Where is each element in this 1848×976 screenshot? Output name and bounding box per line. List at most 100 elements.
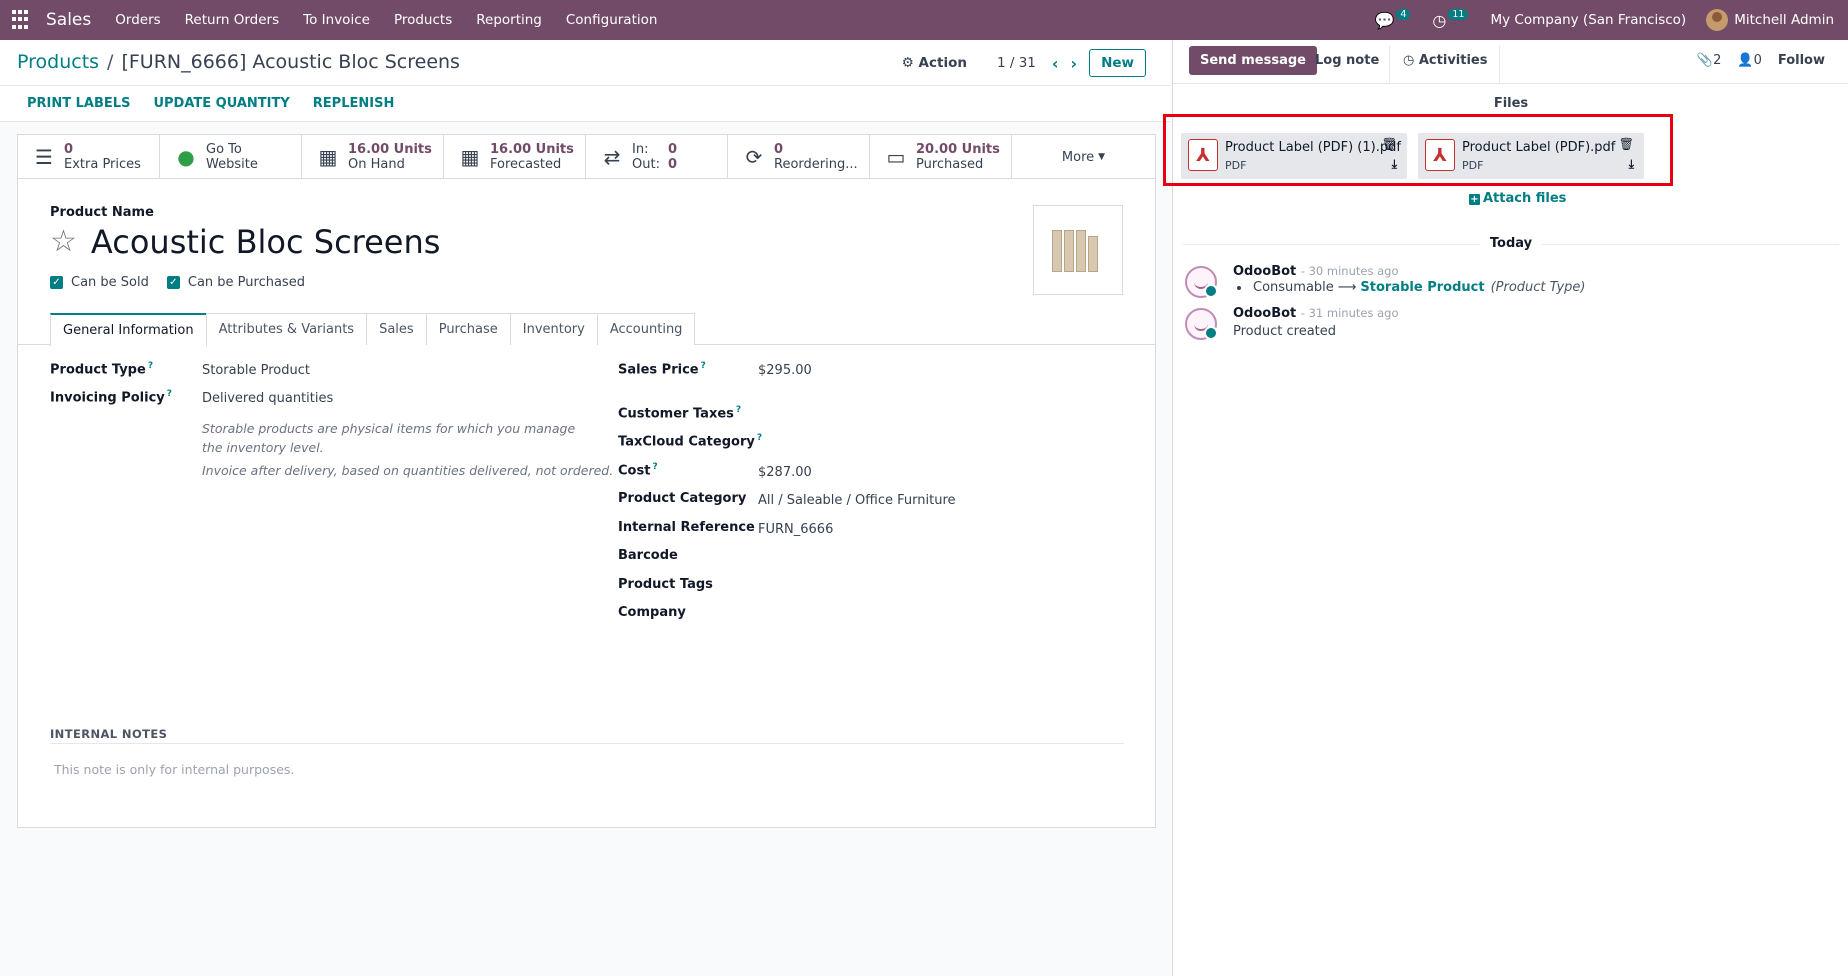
product-type-row: Product Type? Storable Product [50, 361, 530, 378]
company-label: Company [618, 605, 686, 620]
product-type-select[interactable]: Storable Product [202, 363, 310, 378]
new-button[interactable]: New [1089, 49, 1146, 77]
product-name-label: Product Name [50, 205, 154, 220]
chatter-panel: Send message Log note ◷ Activities 📎2 👤0… [1163, 40, 1848, 976]
replenish-button[interactable]: REPLENISH [313, 96, 395, 111]
download-icon[interactable]: ⤓ [1629, 157, 1634, 172]
print-labels-button[interactable]: PRINT LABELS [27, 96, 130, 111]
purchased-value: 20.00 Units [916, 142, 1000, 157]
reordering-value: 0 [774, 142, 784, 157]
in-label: In: [632, 142, 649, 157]
reordering-button[interactable]: ⟳ 0 Reordering... [728, 135, 870, 179]
internal-reference-field[interactable]: FURN_6666 [758, 522, 833, 537]
author-name[interactable]: OdooBot [1233, 264, 1296, 279]
pager-next-icon[interactable]: › [1070, 54, 1077, 73]
menu-return-orders[interactable]: Return Orders [173, 12, 292, 28]
invoicing-policy-select[interactable]: Delivered quantities [202, 391, 333, 406]
action-menu-button[interactable]: ⚙ Action [902, 55, 967, 71]
product-category-field[interactable]: All / Saleable / Office Furniture [758, 493, 956, 508]
chat-icon: 💬 [1374, 10, 1395, 30]
odoobot-avatar[interactable] [1185, 266, 1218, 298]
attach-files-button[interactable]: + Attach files [1469, 191, 1566, 206]
tracking-new-value: Storable Product [1360, 280, 1485, 295]
attachment-card[interactable]: ⅄ Product Label (PDF).pdf PDF 🗑 ⤓ [1418, 133, 1644, 179]
trash-icon[interactable]: 🗑 [1619, 137, 1634, 151]
attachments-toggle[interactable]: 📎2 [1697, 53, 1721, 68]
tab-sales[interactable]: Sales [366, 313, 427, 345]
tracking-field-name: (Product Type) [1490, 280, 1586, 295]
pager-value[interactable]: 1 / 31 [997, 55, 1036, 71]
cost-field[interactable]: $287.00 [758, 465, 812, 480]
tab-general-information[interactable]: General Information [50, 313, 207, 346]
app-name[interactable]: Sales [46, 10, 91, 30]
can-be-purchased-checkbox[interactable]: ✓ Can be Purchased [166, 275, 305, 290]
cost-row: Cost? [618, 462, 658, 478]
tab-accounting[interactable]: Accounting [596, 313, 696, 345]
forecasted-button[interactable]: ▦ 16.00 Units Forecasted [444, 135, 586, 179]
breadcrumb-separator: / [107, 51, 114, 73]
favorite-star-icon[interactable]: ☆ [50, 227, 77, 257]
author-name[interactable]: OdooBot [1233, 306, 1296, 321]
sales-price-field[interactable]: $295.00 [758, 363, 812, 378]
product-tags-row: Product Tags [618, 577, 713, 592]
trash-icon[interactable]: 🗑 [1382, 137, 1397, 151]
tab-attributes-variants[interactable]: Attributes & Variants [205, 313, 368, 345]
user-avatar[interactable] [1706, 9, 1729, 31]
followers-button[interactable]: 👤0 [1737, 53, 1761, 68]
internal-notes-field[interactable]: This note is only for internal purposes. [54, 762, 294, 777]
pdf-file-icon: ⅄ [1188, 139, 1218, 171]
menu-products[interactable]: Products [382, 12, 464, 28]
menu-to-invoice[interactable]: To Invoice [291, 12, 382, 28]
taxcloud-category-label: TaxCloud Category? [618, 433, 763, 450]
purchased-button[interactable]: ▭ 20.00 Units Purchased [870, 135, 1012, 179]
in-value: 0 [668, 142, 678, 157]
pdf-file-icon: ⅄ [1425, 139, 1455, 171]
on-hand-button[interactable]: ▦ 16.00 Units On Hand [302, 135, 444, 179]
message-author: OdooBot - 30 minutes ago [1233, 264, 1399, 279]
menu-orders[interactable]: Orders [103, 12, 172, 28]
pager-previous-icon[interactable]: ‹ [1052, 54, 1059, 73]
menu-reporting[interactable]: Reporting [464, 12, 554, 28]
company-switcher[interactable]: My Company (San Francisco) [1490, 12, 1686, 28]
update-quantity-button[interactable]: UPDATE QUANTITY [153, 96, 289, 111]
more-button[interactable]: More ▼ [1012, 135, 1155, 179]
attachment-type: PDF [1462, 159, 1484, 172]
product-image[interactable] [1033, 205, 1123, 295]
exchange-icon: ⇄ [603, 145, 621, 169]
internal-reference-label: Internal Reference [618, 520, 755, 535]
customer-taxes-label: Customer Taxes? [618, 405, 742, 422]
internal-notes-divider [50, 743, 1124, 744]
breadcrumb-products[interactable]: Products [17, 51, 99, 73]
attachment-card[interactable]: ⅄ Product Label (PDF) (1).pdf PDF 🗑 ⤓ [1181, 133, 1407, 179]
menu-configuration[interactable]: Configuration [554, 12, 670, 28]
follow-button[interactable]: Follow [1778, 53, 1825, 68]
extra-prices-button[interactable]: ☰ 0 Extra Prices [18, 135, 160, 179]
company-row: Company [618, 605, 686, 620]
date-divider: Today [1173, 236, 1848, 251]
odoobot-avatar[interactable] [1185, 308, 1218, 340]
log-note-button[interactable]: Log note [1305, 46, 1391, 84]
followers-count: 0 [1753, 53, 1762, 68]
go-to-website-button[interactable]: ● Go To Website [160, 135, 302, 179]
plus-icon: + [1469, 194, 1480, 205]
activity-button[interactable]: ◷ 11 [1432, 8, 1469, 30]
user-menu[interactable]: Mitchell Admin [1734, 12, 1834, 28]
tab-inventory[interactable]: Inventory [509, 313, 598, 345]
activities-button[interactable]: ◷ Activities [1391, 46, 1501, 84]
globe-icon: ● [177, 145, 195, 169]
send-message-button[interactable]: Send message [1189, 46, 1317, 75]
product-name-field[interactable]: Acoustic Bloc Screens [91, 223, 441, 261]
sales-price-label: Sales Price? [618, 361, 706, 378]
invoicing-policy-label: Invoicing Policy? [50, 389, 172, 406]
more-label: More [1061, 149, 1095, 165]
taxcloud-category-row: TaxCloud Category? [618, 433, 762, 449]
can-be-sold-checkbox[interactable]: ✓ Can be Sold [50, 275, 149, 290]
in-out-button[interactable]: ⇄ In: 0 Out: 0 [586, 135, 728, 179]
attachment-name: Product Label (PDF) (1).pdf [1225, 140, 1401, 155]
paperclip-icon: 📎 [1696, 53, 1714, 68]
apps-menu-icon[interactable] [12, 10, 32, 30]
download-icon[interactable]: ⤓ [1392, 157, 1397, 172]
tab-purchase[interactable]: Purchase [425, 313, 511, 345]
messaging-button[interactable]: 💬 4 [1374, 8, 1411, 30]
caret-down-icon: ▼ [1098, 152, 1106, 162]
